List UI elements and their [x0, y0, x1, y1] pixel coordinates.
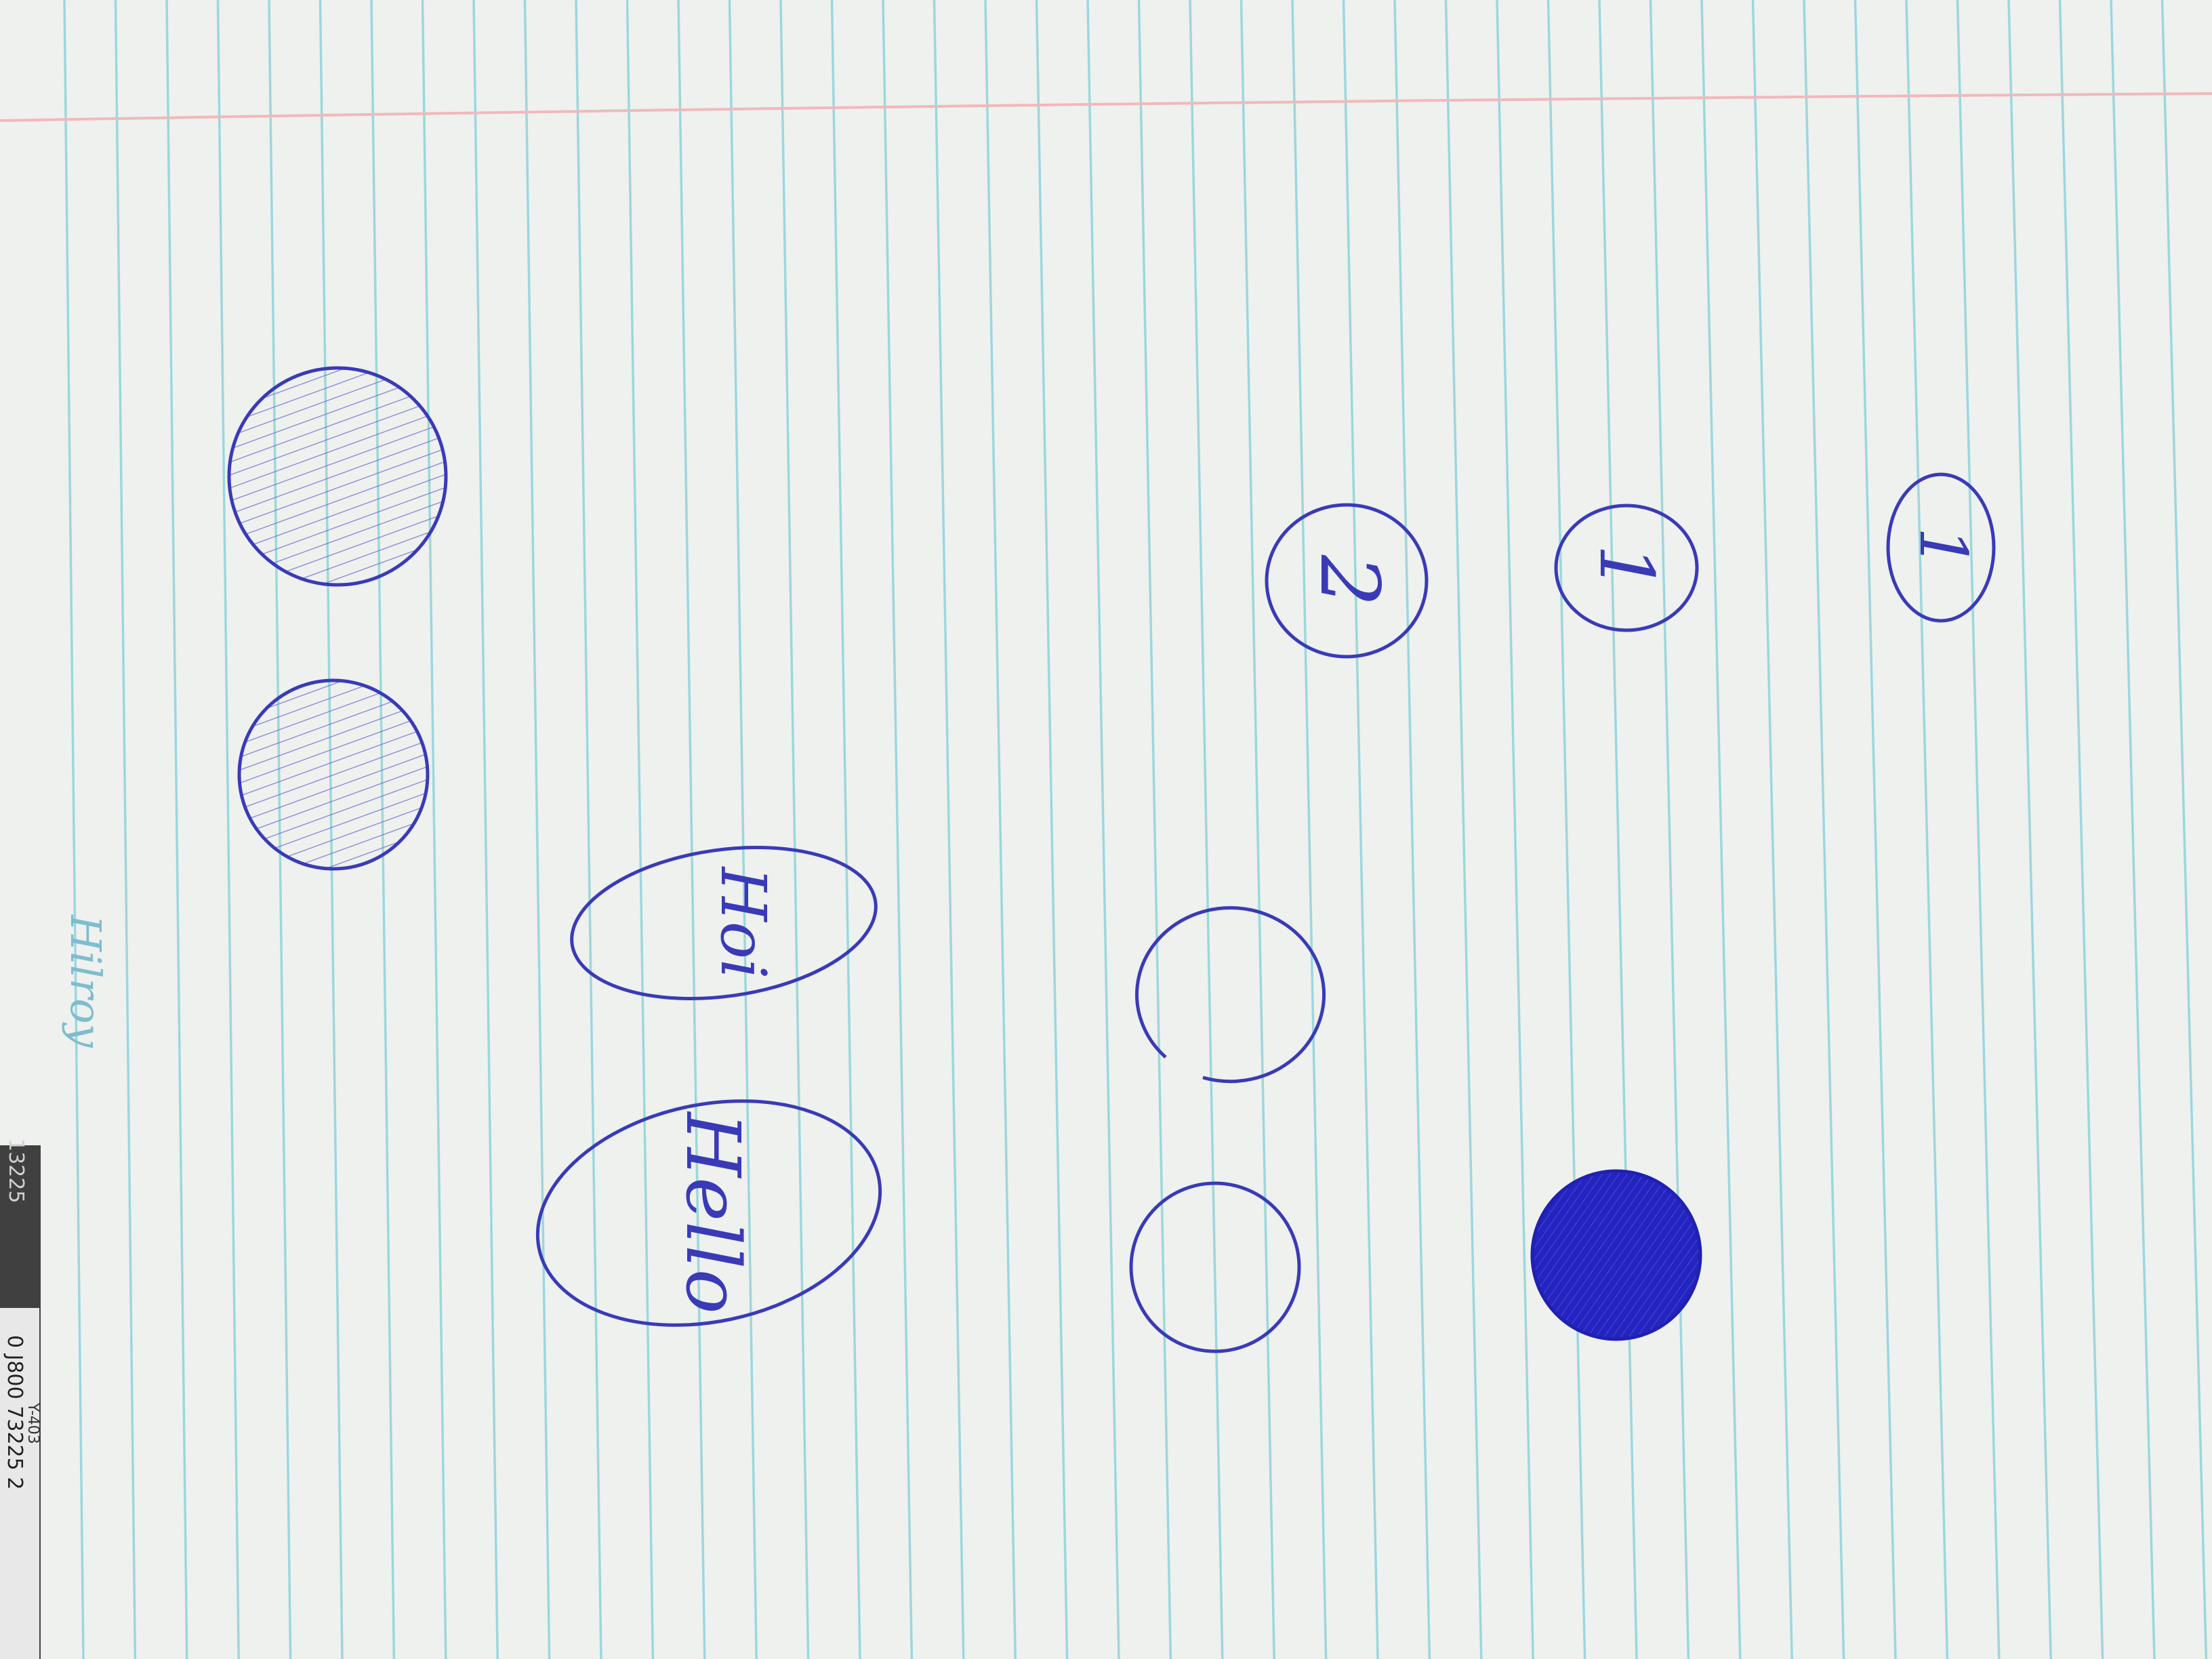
hello-text: Hello — [670, 1111, 756, 1314]
hatched-circle-bottom — [237, 678, 430, 871]
edge-code-2: 0 J800 73225 2 — [3, 1335, 26, 1490]
hatched-circle-top — [227, 366, 448, 587]
notebook-photo: Hilroy 13225 0 J800 73225 2 Y-403 Hoi He… — [0, 0, 2212, 1659]
edge-code-3: Y-403 — [24, 1402, 41, 1444]
brand-mark: Hilroy — [61, 914, 110, 1048]
filled-circle — [1530, 1169, 1702, 1341]
circle-one-b-label: 1 — [1905, 527, 1981, 568]
hoi-text: Hoi — [707, 865, 779, 979]
circle-one-a-label: 1 — [1583, 544, 1670, 592]
circle-two-label: 2 — [1302, 554, 1396, 607]
edge-code-1: 13225 — [4, 1139, 28, 1203]
